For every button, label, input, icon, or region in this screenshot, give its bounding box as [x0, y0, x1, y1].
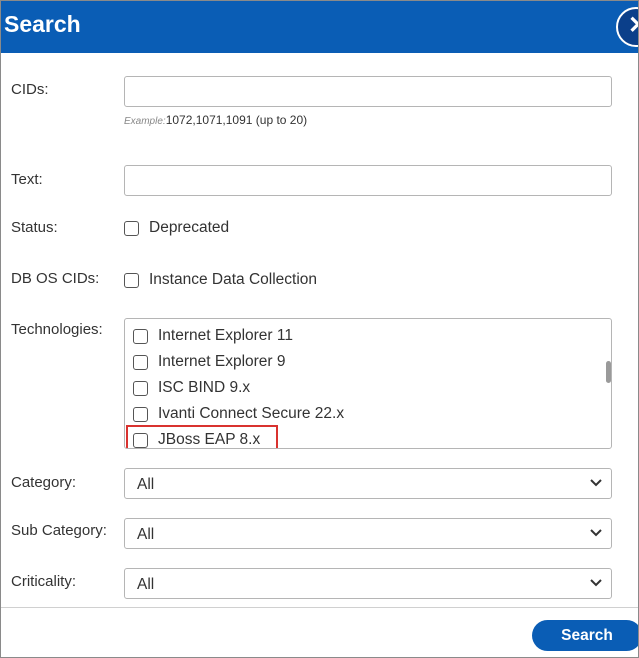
instance-data-collection-label: Instance Data Collection	[149, 271, 318, 288]
deprecated-checkbox-row[interactable]: Deprecated	[124, 219, 229, 237]
criticality-label: Criticality:	[11, 573, 77, 590]
list-item[interactable]: Internet Explorer 9	[133, 353, 286, 371]
text-label: Text:	[11, 171, 43, 188]
sub-category-select[interactable]: All	[124, 518, 612, 549]
technology-checkbox[interactable]	[133, 380, 148, 396]
category-select[interactable]: All	[124, 468, 612, 499]
technologies-label: Technologies:	[11, 321, 103, 338]
dialog-titlebar: Search ✕	[1, 1, 638, 53]
sub-category-value: All	[137, 526, 155, 543]
highlight-box	[126, 425, 278, 448]
criticality-select[interactable]: All	[124, 568, 612, 599]
cids-hint-example: Example:	[124, 116, 166, 127]
chevron-down-icon	[589, 573, 603, 597]
search-button[interactable]: Search	[532, 620, 638, 651]
list-item[interactable]: ISC BIND 9.x	[133, 379, 250, 397]
db-os-cids-label: DB OS CIDs:	[11, 270, 100, 287]
technology-label: Internet Explorer 11	[158, 327, 293, 344]
technology-checkbox[interactable]	[133, 328, 148, 344]
deprecated-label: Deprecated	[149, 219, 230, 236]
technology-checkbox[interactable]	[133, 354, 148, 370]
technology-label: ISC BIND 9.x	[158, 379, 251, 396]
text-input[interactable]	[124, 165, 612, 196]
technology-checkbox[interactable]	[133, 406, 148, 422]
technologies-listbox[interactable]: Internet Explorer 11 Internet Explorer 9…	[124, 318, 612, 449]
criticality-value: All	[137, 576, 155, 593]
instance-data-collection-checkbox[interactable]	[124, 272, 139, 288]
status-label: Status:	[11, 219, 58, 236]
cids-input[interactable]	[124, 76, 612, 107]
category-label: Category:	[11, 474, 77, 491]
category-value: All	[137, 476, 155, 493]
cids-label: CIDs:	[11, 81, 49, 98]
technology-label: Ivanti Connect Secure 22.x	[158, 405, 345, 422]
dialog-title: Search	[4, 11, 81, 37]
deprecated-checkbox[interactable]	[124, 220, 139, 236]
listbox-scrollbar-thumb[interactable]	[606, 361, 611, 383]
instance-data-collection-row[interactable]: Instance Data Collection	[124, 271, 317, 289]
list-item[interactable]: Internet Explorer 11	[133, 327, 293, 345]
search-dialog: Search ✕ CIDs: Example:1072,1071,1091 (u…	[0, 0, 639, 658]
cids-hint-text: 1072,1071,1091 (up to 20)	[165, 113, 308, 127]
list-item[interactable]: Ivanti Connect Secure 22.x	[133, 405, 344, 423]
sub-category-label: Sub Category:	[11, 522, 107, 539]
technology-label: Internet Explorer 9	[158, 353, 286, 370]
chevron-down-icon	[589, 473, 603, 497]
close-icon[interactable]: ✕	[616, 7, 638, 47]
footer-divider	[1, 607, 638, 608]
chevron-down-icon	[589, 523, 603, 547]
cids-hint: Example:1072,1071,1091 (up to 20)	[124, 113, 307, 127]
